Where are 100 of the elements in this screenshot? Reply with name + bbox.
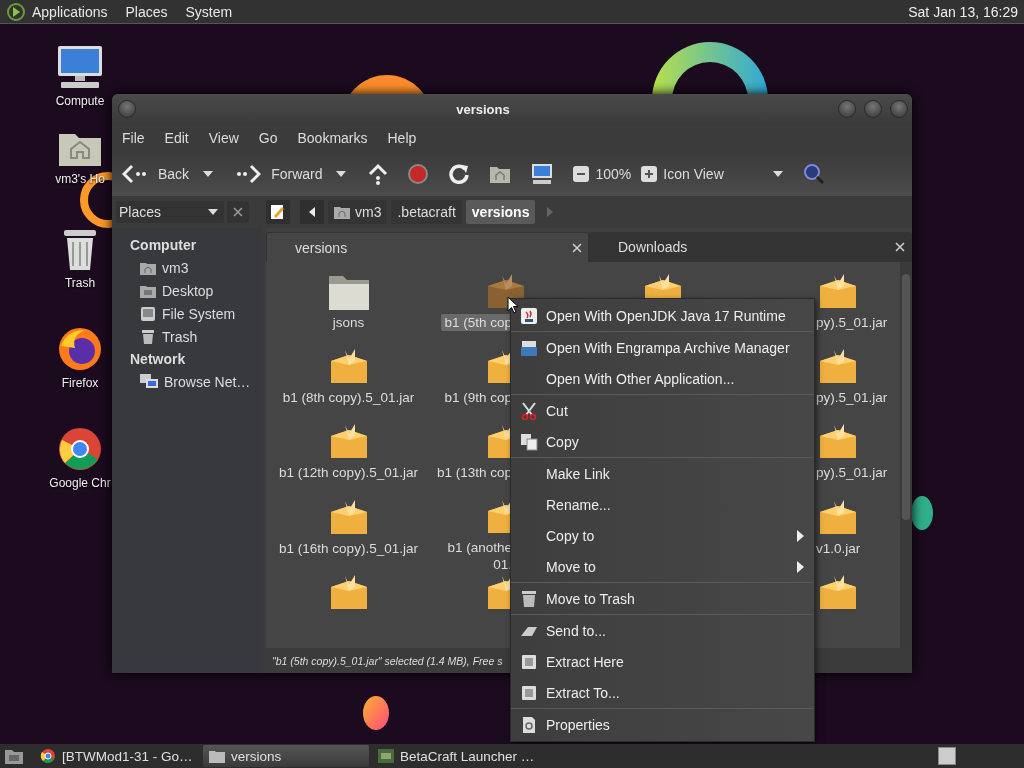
workspace-switcher[interactable] xyxy=(938,747,956,765)
close-icon[interactable] xyxy=(572,242,582,253)
file-name[interactable]: b1 (anothe 01. xyxy=(444,539,512,573)
menu-item[interactable]: Send to... xyxy=(511,615,814,646)
search-icon[interactable] xyxy=(803,163,826,185)
file-name[interactable]: b1 (8th copy).5_01.jar xyxy=(279,389,418,407)
side-pane-item[interactable]: Trash xyxy=(162,328,198,345)
side-pane-selector[interactable]: Places xyxy=(116,201,224,223)
menu-item[interactable]: Move to xyxy=(511,551,814,582)
caret-icon[interactable] xyxy=(336,171,347,177)
path-crumb[interactable]: .betacraft xyxy=(391,200,462,224)
side-pane-item[interactable]: Browse Net… xyxy=(164,373,251,390)
desktop-icon-label[interactable]: Google Chr xyxy=(49,476,111,490)
menu-item[interactable]: Move to Trash xyxy=(511,583,814,614)
tab-label[interactable]: Downloads xyxy=(618,239,895,255)
computer-icon[interactable] xyxy=(530,163,555,185)
file-name[interactable]: py).5_01.jar xyxy=(813,389,891,407)
panel-menu[interactable]: System xyxy=(185,3,233,20)
file-name[interactable]: py).5_01.jar xyxy=(813,464,891,482)
menu-item[interactable]: Copy to xyxy=(511,520,814,551)
forward-button[interactable]: Forward xyxy=(271,166,323,182)
side-pane-item[interactable]: Desktop xyxy=(162,282,214,299)
copy-icon xyxy=(519,432,538,451)
menu-item[interactable]: Extract To... xyxy=(511,677,814,708)
maximize-button[interactable] xyxy=(864,100,882,118)
forward-icon[interactable] xyxy=(235,164,262,184)
folder-icon[interactable] xyxy=(140,283,156,298)
file-name[interactable]: b1 (16th copy).5_01.jar xyxy=(276,539,421,557)
file-name[interactable]: py).5_01.jar xyxy=(813,314,891,331)
home-folder-icon[interactable] xyxy=(140,260,156,275)
folder-icon[interactable] xyxy=(209,749,225,763)
back-icon[interactable] xyxy=(122,164,148,184)
zoom-in-icon[interactable] xyxy=(641,166,658,182)
stop-icon[interactable] xyxy=(407,163,430,185)
left-arrow-icon[interactable] xyxy=(309,207,315,217)
network-icon[interactable] xyxy=(140,373,158,390)
menu-item[interactable]: Open With OpenJDK Java 17 Runtime xyxy=(511,300,814,331)
taskbar-button[interactable]: versions xyxy=(203,745,369,767)
menu-item[interactable]: Copy xyxy=(511,426,814,457)
menu-logo-icon[interactable] xyxy=(6,1,26,22)
tab-label[interactable]: versions xyxy=(295,239,572,256)
file-name[interactable]: v1.0.jar xyxy=(813,539,864,557)
taskbar-button[interactable]: [BTWMod1-31 - Go… xyxy=(34,745,200,767)
menu-item[interactable]: Open With Engrampa Archive Manager xyxy=(511,332,814,363)
desktop-icon-label[interactable]: Trash xyxy=(64,276,96,290)
menu-item[interactable]: View xyxy=(208,130,239,146)
menu-item[interactable]: File xyxy=(122,130,145,146)
window-menu-button[interactable] xyxy=(118,100,136,118)
file-name[interactable]: jsons xyxy=(329,314,368,331)
side-pane-item[interactable]: vm3 xyxy=(162,259,189,276)
menu-item[interactable]: Help xyxy=(387,130,417,146)
menu-item[interactable]: Go xyxy=(258,130,278,146)
menu-item[interactable]: Properties xyxy=(511,709,814,740)
file-name[interactable]: b1 (12th copy).5_01.jar xyxy=(276,464,421,482)
tab[interactable]: versions xyxy=(266,232,589,262)
desktop-icon-label[interactable]: Firefox xyxy=(61,376,99,390)
panel-menu[interactable]: Applications xyxy=(32,3,108,20)
caret-icon[interactable] xyxy=(208,209,218,215)
app-icon[interactable] xyxy=(378,748,394,764)
clock[interactable]: Sat Jan 13, 16:29 xyxy=(908,3,1018,20)
back-button[interactable]: Back xyxy=(158,166,190,182)
reload-icon[interactable] xyxy=(448,163,471,185)
menu-item[interactable]: Bookmarks xyxy=(297,130,368,146)
close-icon[interactable] xyxy=(895,242,905,252)
path-crumb[interactable]: vm3 xyxy=(328,200,388,224)
menu-item[interactable]: Extract Here xyxy=(511,646,814,677)
menu-item[interactable]: Make Link xyxy=(511,458,814,489)
taskbar-button[interactable]: BetaCraft Launcher … xyxy=(372,745,538,767)
panel-menu[interactable]: Places xyxy=(125,3,168,20)
close-pane-button[interactable] xyxy=(227,201,249,223)
desktop-icon-label[interactable]: Compute xyxy=(55,94,105,108)
browser-icon[interactable] xyxy=(40,748,56,764)
java-icon xyxy=(519,306,538,325)
scrollbar[interactable] xyxy=(900,262,912,648)
menu-item[interactable]: Open With Other Application... xyxy=(511,363,814,394)
side-pane-item[interactable]: File System xyxy=(162,305,236,322)
path-left-button[interactable] xyxy=(300,200,324,224)
browser-icon[interactable] xyxy=(57,326,103,372)
menu-item[interactable]: Edit xyxy=(164,130,189,146)
caret-icon[interactable] xyxy=(773,171,784,177)
menu-item[interactable]: Rename... xyxy=(511,489,814,520)
close-button[interactable] xyxy=(890,100,908,118)
archive-manager-icon xyxy=(519,338,538,357)
minimize-button[interactable] xyxy=(838,100,856,118)
menu-item[interactable]: Cut xyxy=(511,395,814,426)
home-folder-icon[interactable] xyxy=(489,164,512,184)
up-arrow-icon[interactable] xyxy=(368,163,389,185)
caret-icon[interactable] xyxy=(203,171,214,177)
zoom-out-icon[interactable] xyxy=(573,166,590,182)
section-heading: Computer xyxy=(130,236,198,255)
show-desktop-icon[interactable] xyxy=(4,747,24,765)
close-icon[interactable] xyxy=(233,207,243,217)
trash-icon[interactable] xyxy=(140,329,156,344)
home-folder-icon[interactable] xyxy=(334,205,350,219)
tab[interactable]: Downloads xyxy=(589,232,912,262)
view-dropdown[interactable]: Icon View xyxy=(663,166,784,182)
browser-icon[interactable] xyxy=(57,426,103,472)
path-crumb[interactable]: versions xyxy=(465,200,536,224)
drive-icon[interactable] xyxy=(140,306,156,321)
computer-icon[interactable] xyxy=(55,44,105,90)
